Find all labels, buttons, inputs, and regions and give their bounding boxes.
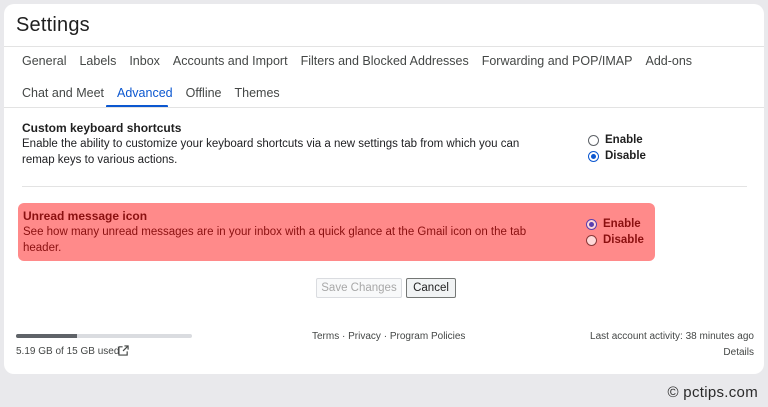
tab-chat-and-meet[interactable]: Chat and Meet	[22, 84, 104, 102]
tab-inbox[interactable]: Inbox	[129, 52, 160, 70]
tab-advanced[interactable]: Advanced	[117, 84, 173, 102]
footer-links: Terms · Privacy · Program Policies	[312, 331, 465, 342]
save-changes-button[interactable]: Save Changes	[316, 278, 402, 298]
terms-link[interactable]: Terms	[312, 331, 339, 342]
section-description: See how many unread messages are in your…	[23, 226, 527, 254]
keyboard-shortcuts-section: Custom keyboard shortcuts Enable the abi…	[22, 120, 742, 168]
storage-usage-text: 5.19 GB of 15 GB used	[16, 346, 120, 357]
section-divider	[22, 186, 747, 187]
tab-themes[interactable]: Themes	[235, 84, 280, 102]
page-title: Settings	[16, 14, 90, 36]
storage-usage-fill	[16, 334, 77, 338]
radio-button[interactable]	[588, 134, 599, 146]
tab-accounts-and-import[interactable]: Accounts and Import	[173, 52, 288, 70]
option-enable[interactable]: Enable	[586, 216, 644, 232]
tab-forwarding-and-pop-imap[interactable]: Forwarding and POP/IMAP	[482, 52, 633, 70]
privacy-link[interactable]: Privacy	[348, 331, 381, 342]
settings-card: Settings General Labels Inbox Accounts a…	[4, 4, 764, 374]
option-disable[interactable]: Disable	[586, 232, 644, 248]
radio-button-selected[interactable]	[588, 150, 599, 162]
link-separator: ·	[383, 331, 388, 342]
option-label: Disable	[603, 234, 644, 246]
unread-icon-options: Enable Disable	[586, 216, 644, 248]
unread-icon-section: Unread message icon See how many unread …	[18, 203, 655, 261]
radio-button-selected[interactable]	[586, 218, 597, 230]
tab-general[interactable]: General	[22, 52, 66, 70]
section-description: Enable the ability to customize your key…	[22, 138, 520, 166]
option-label: Enable	[603, 218, 641, 230]
watermark: © pctips.com	[667, 384, 758, 401]
option-disable[interactable]: Disable	[588, 148, 646, 164]
program-policies-link[interactable]: Program Policies	[390, 331, 466, 342]
tab-offline[interactable]: Offline	[186, 84, 222, 102]
tabs-row-1: General Labels Inbox Accounts and Import…	[22, 52, 692, 70]
tab-labels[interactable]: Labels	[79, 52, 116, 70]
tab-filters-and-blocked-addresses[interactable]: Filters and Blocked Addresses	[301, 52, 469, 70]
section-title: Unread message icon	[23, 209, 148, 223]
keyboard-shortcuts-options: Enable Disable	[588, 132, 646, 164]
cancel-button[interactable]: Cancel	[406, 278, 456, 298]
storage-usage-bar	[16, 334, 192, 338]
header-divider	[4, 46, 764, 47]
option-label: Disable	[605, 150, 646, 162]
details-link[interactable]: Details	[723, 347, 754, 358]
open-external-icon[interactable]	[118, 345, 129, 356]
tabs-divider	[4, 107, 764, 108]
last-account-activity: Last account activity: 38 minutes ago	[590, 331, 754, 342]
option-label: Enable	[605, 134, 643, 146]
tab-add-ons[interactable]: Add-ons	[645, 52, 692, 70]
tabs-row-2: Chat and Meet Advanced Offline Themes	[22, 84, 280, 102]
radio-button[interactable]	[586, 234, 597, 246]
option-enable[interactable]: Enable	[588, 132, 646, 148]
link-separator: ·	[342, 331, 346, 342]
